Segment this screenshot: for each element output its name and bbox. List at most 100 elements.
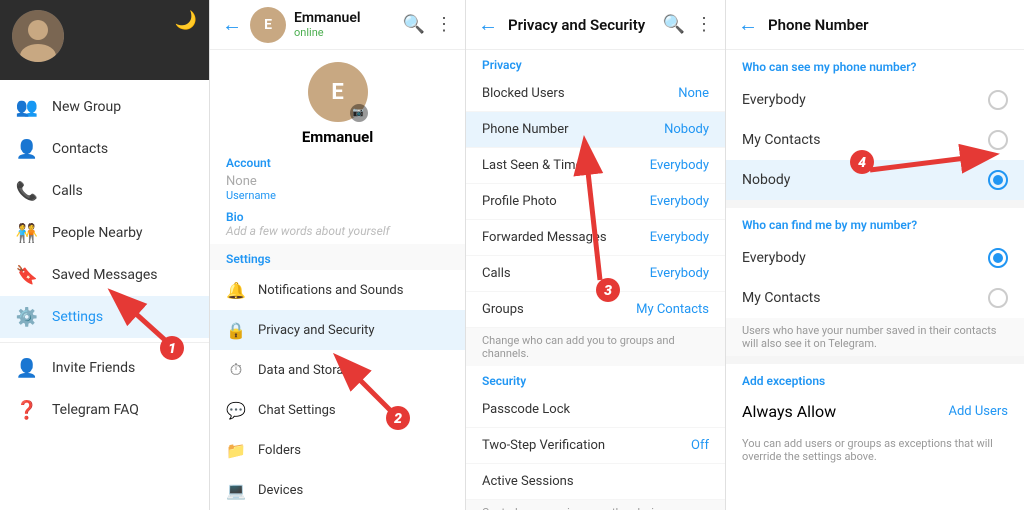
sidebar-item-people-nearby[interactable]: 🧑‍🤝‍🧑 People Nearby (0, 212, 209, 254)
sidebar-item-saved-messages[interactable]: 🔖 Saved Messages (0, 254, 209, 296)
privacy-more-icon[interactable]: ⋮ (695, 14, 713, 35)
section-divider (726, 200, 1024, 208)
chat-settings-label: Chat Settings (258, 403, 336, 418)
account-label: Account (226, 152, 449, 174)
add-users-button[interactable]: Add Users (948, 404, 1008, 419)
profile-photo-item[interactable]: Profile Photo Everybody (466, 184, 725, 220)
user-status: online (294, 26, 395, 39)
folders-item[interactable]: 📁 Folders (210, 430, 465, 470)
everybody-find-option[interactable]: Everybody (726, 238, 1024, 278)
my-contacts-find-radio[interactable] (988, 288, 1008, 308)
settings-section-label: Settings (210, 244, 465, 270)
blocked-users-label: Blocked Users (482, 86, 565, 101)
avatar-image (12, 10, 64, 62)
my-contacts-see-radio[interactable] (988, 130, 1008, 150)
invite-friends-icon: 👤 (16, 357, 38, 379)
privacy-header: ← Privacy and Security 🔍 ⋮ (466, 0, 725, 50)
sidebar-label-new-group: New Group (52, 99, 121, 115)
notifications-item[interactable]: 🔔 Notifications and Sounds (210, 270, 465, 310)
camera-overlay-icon[interactable]: 📷 (350, 104, 368, 122)
sidebar-label-calls: Calls (52, 183, 83, 199)
more-icon[interactable]: ⋮ (435, 14, 453, 35)
sidebar-label-people-nearby: People Nearby (52, 225, 143, 241)
two-step-item[interactable]: Two-Step Verification Off (466, 428, 725, 464)
chat-settings-item[interactable]: 💬 Chat Settings (210, 390, 465, 430)
phone-content: Who can see my phone number? Everybody M… (726, 50, 1024, 510)
user-name: Emmanuel (294, 10, 395, 26)
passcode-item[interactable]: Passcode Lock (466, 392, 725, 428)
calls-label: Calls (482, 266, 511, 281)
groups-item[interactable]: Groups My Contacts (466, 292, 725, 328)
search-icon[interactable]: 🔍 (403, 14, 425, 35)
last-seen-label: Last Seen & Time (482, 158, 582, 173)
calls-item[interactable]: Calls Everybody (466, 256, 725, 292)
calls-value: Everybody (650, 266, 709, 281)
add-exceptions-label: Add exceptions (726, 364, 1024, 392)
blocked-users-value: None (678, 86, 709, 101)
sidebar-item-faq[interactable]: ❓ Telegram FAQ (0, 389, 209, 431)
profile-photo-value: Everybody (650, 194, 709, 209)
forwarded-messages-item[interactable]: Forwarded Messages Everybody (466, 220, 725, 256)
phone-back-button[interactable]: ← (738, 12, 758, 37)
phone-number-value: Nobody (664, 122, 709, 137)
privacy-section-label: Privacy (466, 50, 725, 76)
people-nearby-icon: 🧑‍🤝‍🧑 (16, 222, 38, 244)
privacy-item[interactable]: 🔒 Privacy and Security (210, 310, 465, 350)
contacts-icon: 👤 (16, 138, 38, 160)
security-note: Control your sessions on other devices. (466, 500, 725, 510)
chat-panel: ← E Emmanuel online 🔍 ⋮ E 📷 Emmanuel Acc… (210, 0, 466, 510)
phone-header: ← Phone Number (726, 0, 1024, 50)
folders-icon: 📁 (226, 440, 246, 460)
my-contacts-find-option[interactable]: My Contacts (726, 278, 1024, 318)
my-contacts-see-option[interactable]: My Contacts (726, 120, 1024, 160)
everybody-see-option[interactable]: Everybody (726, 80, 1024, 120)
who-can-find-label: Who can find me by my number? (726, 208, 1024, 238)
profile-name: Emmanuel (226, 128, 449, 146)
forwarded-messages-value: Everybody (650, 230, 709, 245)
phone-number-item[interactable]: Phone Number Nobody (466, 112, 725, 148)
everybody-find-label: Everybody (742, 250, 806, 266)
devices-icon: 💻 (226, 480, 246, 500)
bio-placeholder: Add a few words about yourself (226, 224, 449, 238)
my-contacts-see-label: My Contacts (742, 132, 820, 148)
nobody-see-radio[interactable] (988, 170, 1008, 190)
sidebar-header: 🌙 (0, 0, 209, 80)
spacer (226, 202, 449, 210)
devices-item[interactable]: 💻 Devices (210, 470, 465, 510)
last-seen-item[interactable]: Last Seen & Time Everybody (466, 148, 725, 184)
sidebar-label-contacts: Contacts (52, 141, 108, 157)
section-divider2 (726, 356, 1024, 364)
faq-icon: ❓ (16, 399, 38, 421)
sidebar-item-invite-friends[interactable]: 👤 Invite Friends (0, 347, 209, 389)
sidebar-item-new-group[interactable]: 👥 New Group (0, 86, 209, 128)
everybody-find-dot (993, 253, 1003, 263)
privacy-search-icon[interactable]: 🔍 (663, 14, 685, 35)
active-sessions-item[interactable]: Active Sessions (466, 464, 725, 500)
nobody-see-label: Nobody (742, 172, 790, 188)
privacy-title: Privacy and Security (508, 16, 653, 34)
always-allow-label: Always Allow (742, 402, 836, 421)
privacy-back-button[interactable]: ← (478, 12, 498, 37)
avatar-wrapper: E 📷 (308, 62, 368, 128)
data-storage-label: Data and Storage (258, 363, 358, 378)
sidebar-label-saved-messages: Saved Messages (52, 267, 158, 283)
user-avatar: E (250, 7, 286, 43)
blocked-users-item[interactable]: Blocked Users None (466, 76, 725, 112)
nobody-see-option[interactable]: Nobody (726, 160, 1024, 200)
everybody-see-label: Everybody (742, 92, 806, 108)
phone-number-label: Phone Number (482, 122, 569, 137)
calls-icon: 📞 (16, 180, 38, 202)
sidebar-item-settings[interactable]: ⚙️ Settings (0, 296, 209, 338)
new-group-icon: 👥 (16, 96, 38, 118)
everybody-find-radio[interactable] (988, 248, 1008, 268)
who-can-see-label: Who can see my phone number? (726, 50, 1024, 80)
data-storage-item[interactable]: ⏱ Data and Storage (210, 350, 465, 390)
sidebar-item-contacts[interactable]: 👤 Contacts (0, 128, 209, 170)
two-step-label: Two-Step Verification (482, 438, 605, 453)
two-step-value: Off (691, 438, 709, 453)
back-button[interactable]: ← (222, 12, 242, 37)
phone-panel: ← Phone Number Who can see my phone numb… (726, 0, 1024, 510)
sidebar-item-calls[interactable]: 📞 Calls (0, 170, 209, 212)
devices-label: Devices (258, 483, 303, 498)
everybody-see-radio[interactable] (988, 90, 1008, 110)
